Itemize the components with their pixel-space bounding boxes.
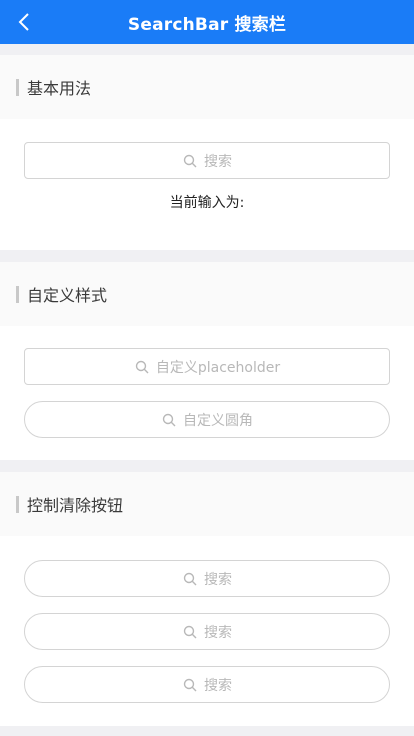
back-button[interactable]	[10, 8, 38, 36]
search-icon	[182, 571, 198, 587]
navbar: SearchBar 搜索栏	[0, 0, 414, 44]
section-marker	[16, 78, 19, 96]
search-placeholder: 搜索	[204, 153, 232, 170]
search-placeholder: 搜索	[204, 571, 232, 588]
page-title: SearchBar 搜索栏	[127, 14, 287, 35]
search-input-custom-placeholder[interactable]: 自定义placeholder	[24, 348, 390, 385]
search-placeholder: 搜索	[204, 624, 232, 641]
search-icon	[161, 412, 177, 428]
search-placeholder: 自定义placeholder	[155, 359, 281, 376]
section-marker	[16, 495, 19, 513]
section-custom-style: 自定义样式 自定义placeholder 自定义圆角	[0, 262, 414, 460]
section-basic-usage: 基本用法 搜索 当前输入为:	[0, 55, 414, 250]
section-marker	[16, 285, 19, 303]
chevron-left-icon	[18, 13, 29, 31]
search-icon	[182, 677, 198, 693]
section-title: 自定义样式	[27, 286, 108, 305]
section-header: 自定义样式	[0, 262, 414, 326]
section-header: 控制清除按钮	[0, 472, 414, 536]
section-title: 控制清除按钮	[27, 496, 124, 515]
section-header: 基本用法	[0, 55, 414, 119]
search-placeholder: 搜索	[204, 677, 232, 694]
search-input[interactable]: 搜索	[24, 142, 390, 179]
search-icon	[182, 624, 198, 640]
search-input-3[interactable]: 搜索	[24, 666, 390, 703]
current-input-label: 当前输入为:	[169, 195, 245, 211]
search-input-2[interactable]: 搜索	[24, 613, 390, 650]
search-placeholder: 自定义圆角	[183, 412, 253, 429]
search-icon	[182, 153, 198, 169]
section-clear-button: 控制清除按钮 搜索 搜索 搜索	[0, 472, 414, 726]
search-input-round[interactable]: 自定义圆角	[24, 401, 390, 438]
section-title: 基本用法	[27, 79, 92, 98]
search-icon	[134, 359, 150, 375]
search-input-1[interactable]: 搜索	[24, 560, 390, 597]
